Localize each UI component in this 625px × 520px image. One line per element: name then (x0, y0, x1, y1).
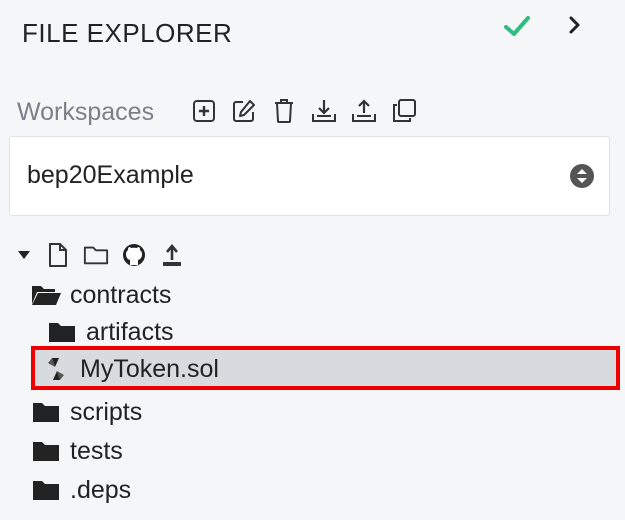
tree-item-label: tests (70, 436, 123, 465)
clone-workspace-icon[interactable] (390, 96, 418, 126)
check-icon[interactable] (503, 14, 531, 38)
tree-item-mytoken-sol[interactable]: MyToken.sol (40, 351, 219, 387)
tree-item-label: MyToken.sol (80, 354, 219, 383)
panel-title: FILE EXPLORER (22, 18, 233, 48)
solidity-file-icon (40, 355, 72, 383)
folder-icon (30, 476, 62, 504)
folder-icon (46, 318, 78, 346)
tree-item-tests[interactable]: tests (30, 433, 123, 469)
github-icon[interactable] (121, 240, 147, 270)
upload-file-icon[interactable] (159, 240, 185, 270)
workspace-select[interactable]: bep20Example (9, 136, 610, 216)
download-workspace-icon[interactable] (310, 96, 338, 126)
create-workspace-icon[interactable] (190, 96, 218, 126)
tree-item-scripts[interactable]: scripts (30, 394, 142, 430)
tree-item-label: contracts (70, 280, 172, 309)
caret-down-icon[interactable] (15, 240, 33, 270)
delete-workspace-icon[interactable] (270, 96, 298, 126)
file-tree-actions (15, 240, 185, 270)
tree-item-contracts[interactable]: contracts (30, 277, 171, 313)
upload-workspace-icon[interactable] (350, 96, 378, 126)
new-folder-icon[interactable] (83, 240, 109, 270)
workspaces-label: Workspaces (17, 98, 155, 126)
folder-icon (30, 437, 62, 465)
folder-open-icon (30, 281, 62, 309)
workspace-select-value: bep20Example (27, 161, 194, 189)
tree-item-deps[interactable]: .deps (30, 472, 131, 508)
tree-item-label: scripts (70, 397, 143, 426)
select-arrows-icon (568, 162, 596, 190)
tree-item-artifacts[interactable]: artifacts (46, 314, 174, 350)
tree-item-label: artifacts (86, 317, 174, 346)
folder-icon (30, 398, 62, 426)
new-file-icon[interactable] (45, 240, 71, 270)
tree-item-label: .deps (70, 475, 132, 504)
edit-workspace-icon[interactable] (230, 96, 258, 126)
workspace-actions (190, 96, 418, 126)
chevron-right-icon[interactable] (566, 15, 584, 35)
